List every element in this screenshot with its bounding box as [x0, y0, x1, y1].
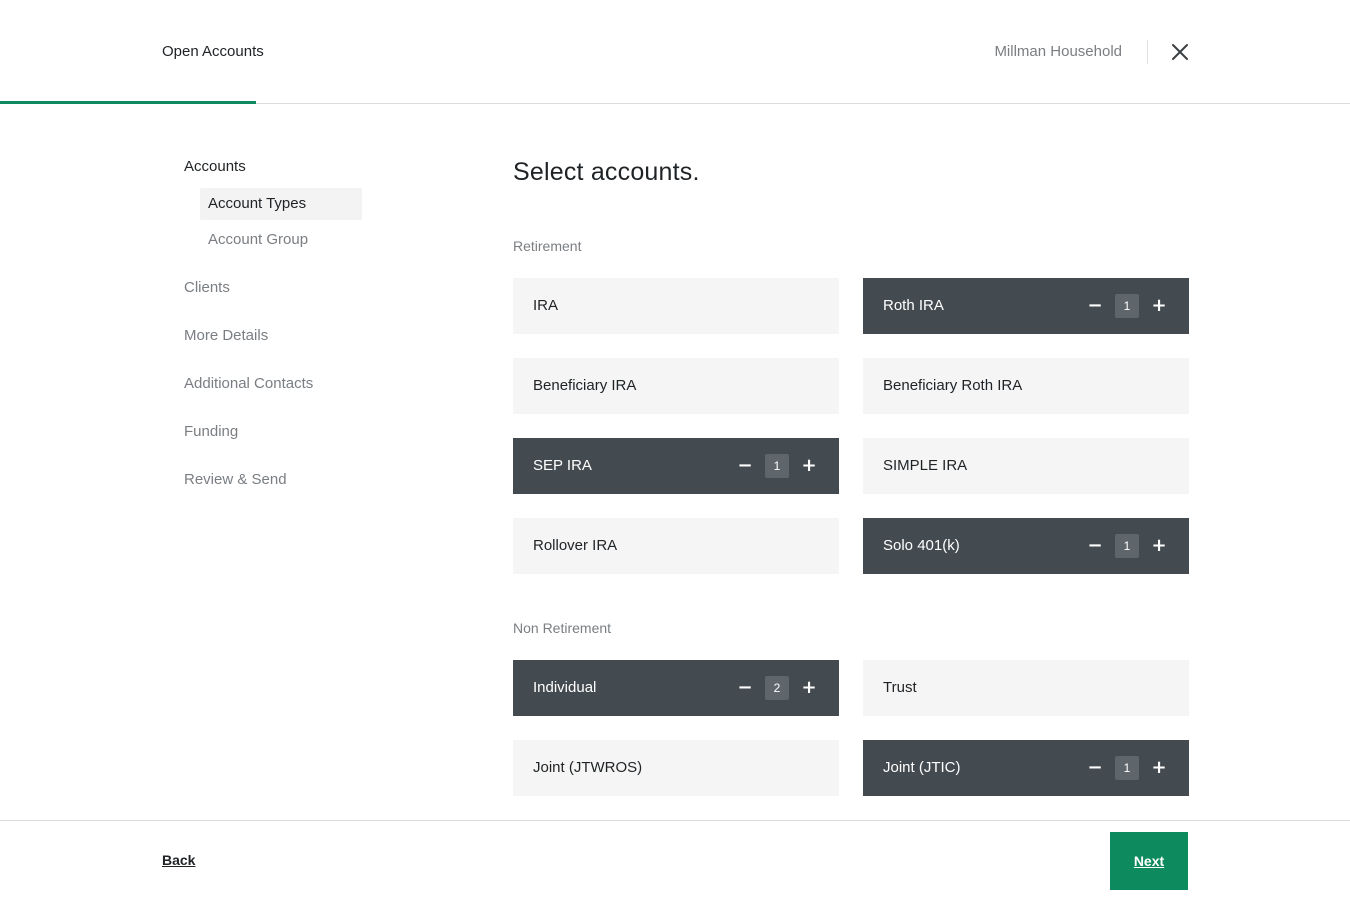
- account-card-trust[interactable]: Trust: [863, 660, 1189, 716]
- account-card-beneficiary-roth-ira[interactable]: Beneficiary Roth IRA: [863, 358, 1189, 414]
- account-label: Joint (JTWROS): [533, 759, 643, 776]
- account-card-individual[interactable]: Individual − 2 +: [513, 660, 839, 716]
- section-title: Select accounts.: [513, 158, 700, 186]
- account-label: Rollover IRA: [533, 537, 618, 554]
- account-label: Beneficiary IRA: [533, 377, 637, 394]
- plus-icon[interactable]: +: [1149, 534, 1169, 558]
- minus-icon[interactable]: −: [1085, 294, 1105, 318]
- close-icon[interactable]: [1168, 40, 1192, 64]
- account-label: Individual: [533, 679, 597, 696]
- account-label: Joint (JTIC): [883, 759, 961, 776]
- account-label: Roth IRA: [883, 297, 944, 314]
- quantity-count: 1: [1115, 294, 1139, 318]
- quantity-stepper: − 1 +: [1085, 294, 1169, 318]
- minus-icon[interactable]: −: [1085, 756, 1105, 780]
- sidebar-item-account-types[interactable]: Account Types: [200, 188, 362, 220]
- quantity-stepper: − 1 +: [1085, 756, 1169, 780]
- sidebar-item-account-group[interactable]: Account Group: [200, 224, 362, 256]
- quantity-count: 2: [765, 676, 789, 700]
- account-card-beneficiary-ira[interactable]: Beneficiary IRA: [513, 358, 839, 414]
- account-card-simple-ira[interactable]: SIMPLE IRA: [863, 438, 1189, 494]
- quantity-count: 1: [765, 454, 789, 478]
- group-label-retirement: Retirement: [513, 238, 582, 254]
- account-label: SIMPLE IRA: [883, 457, 968, 474]
- sidebar-item-review-send[interactable]: Review & Send: [184, 468, 384, 492]
- plus-icon[interactable]: +: [799, 676, 819, 700]
- next-button[interactable]: Next: [1110, 832, 1188, 890]
- group-label-non-retirement: Non Retirement: [513, 620, 612, 636]
- account-label: IRA: [533, 297, 559, 314]
- back-button[interactable]: Back: [162, 852, 195, 868]
- minus-icon[interactable]: −: [735, 676, 755, 700]
- account-card-ira[interactable]: IRA: [513, 278, 839, 334]
- sidebar-nav: Accounts Account Types Account Group Cli…: [184, 155, 384, 492]
- account-card-joint-jtic[interactable]: Joint (JTIC) − 1 +: [863, 740, 1189, 796]
- account-label: SEP IRA: [533, 457, 592, 474]
- sidebar-item-funding[interactable]: Funding: [184, 420, 384, 444]
- account-label: Beneficiary Roth IRA: [883, 377, 1023, 394]
- household-name: Millman Household: [994, 43, 1122, 60]
- account-label: Trust: [883, 679, 917, 696]
- account-card-solo-401k[interactable]: Solo 401(k) − 1 +: [863, 518, 1189, 574]
- account-card-joint-jtwros[interactable]: Joint (JTWROS): [513, 740, 839, 796]
- plus-icon[interactable]: +: [1149, 294, 1169, 318]
- account-card-sep-ira[interactable]: SEP IRA − 1 +: [513, 438, 839, 494]
- quantity-count: 1: [1115, 534, 1139, 558]
- sidebar-item-additional-contacts[interactable]: Additional Contacts: [184, 372, 384, 396]
- sidebar-section-accounts[interactable]: Accounts: [184, 155, 384, 179]
- sidebar-item-clients[interactable]: Clients: [184, 276, 384, 300]
- page-footer: Back Next: [0, 820, 1350, 900]
- progress-indicator: [0, 101, 256, 104]
- plus-icon[interactable]: +: [799, 454, 819, 478]
- minus-icon[interactable]: −: [735, 454, 755, 478]
- page-title: Open Accounts: [162, 43, 264, 60]
- quantity-stepper: − 2 +: [735, 676, 819, 700]
- minus-icon[interactable]: −: [1085, 534, 1105, 558]
- quantity-stepper: − 1 +: [1085, 534, 1169, 558]
- quantity-stepper: − 1 +: [735, 454, 819, 478]
- quantity-count: 1: [1115, 756, 1139, 780]
- header-divider: [1147, 40, 1148, 64]
- sidebar-item-more-details[interactable]: More Details: [184, 324, 384, 348]
- account-card-rollover-ira[interactable]: Rollover IRA: [513, 518, 839, 574]
- account-label: Solo 401(k): [883, 537, 960, 554]
- plus-icon[interactable]: +: [1149, 756, 1169, 780]
- page-header: Open Accounts Millman Household: [0, 0, 1350, 104]
- account-card-roth-ira[interactable]: Roth IRA − 1 +: [863, 278, 1189, 334]
